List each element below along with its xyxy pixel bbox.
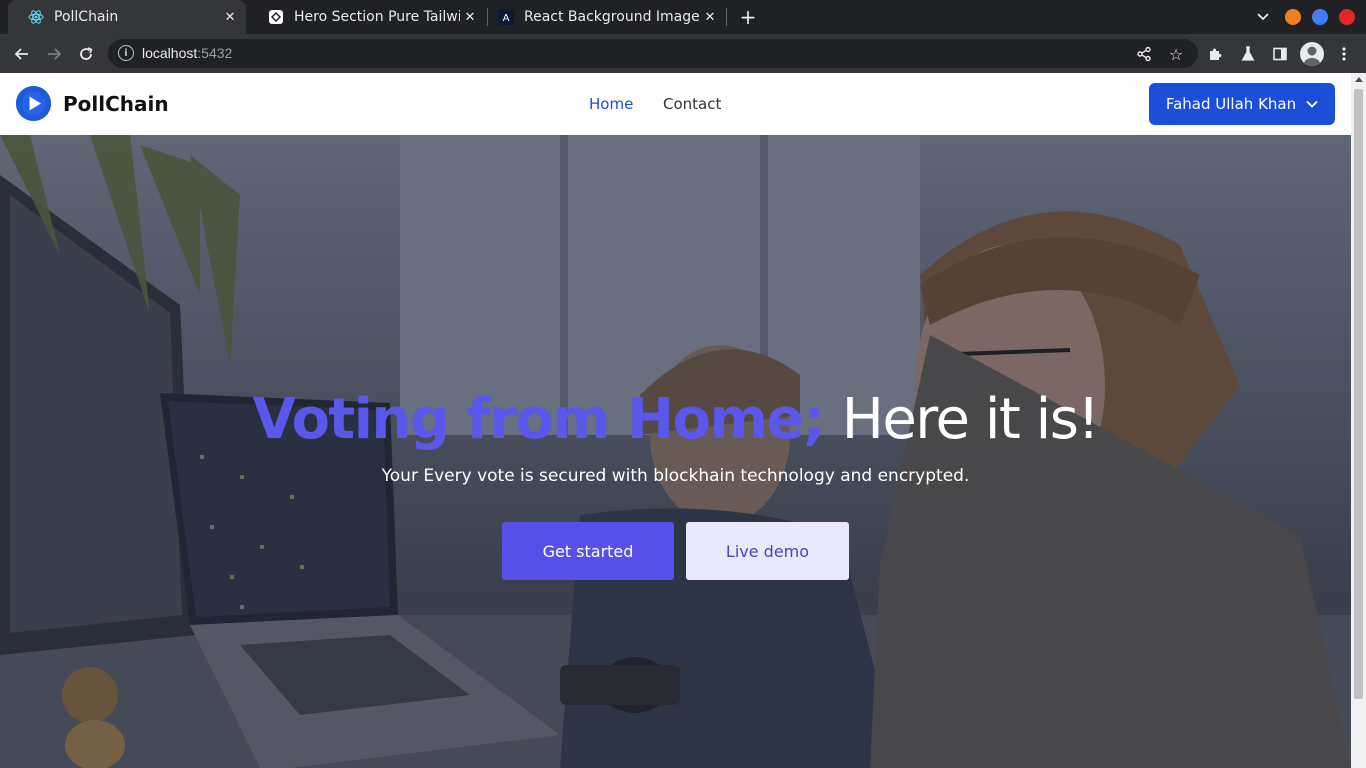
tailwind-ui-icon [268, 9, 284, 25]
tab-title: PollChain [54, 9, 119, 25]
hero-headline: Voting from Home; Here it is! [0, 387, 1351, 452]
svg-text:A: A [503, 13, 510, 24]
user-name-label: Fahad Ullah Khan [1165, 95, 1297, 113]
tab-pollchain[interactable]: PollChain ✕ [8, 0, 246, 34]
close-icon[interactable]: ✕ [460, 7, 480, 27]
tab-divider [726, 8, 727, 26]
extensions-puzzle-icon[interactable] [1203, 41, 1229, 67]
new-tab-plus-icon[interactable]: + [736, 5, 760, 29]
browser-menu-kebab-icon[interactable] [1331, 41, 1357, 67]
hero-subtitle: Your Every vote is secured with blockhai… [381, 466, 970, 486]
scroll-up-arrow-icon[interactable] [1355, 77, 1363, 82]
hero-section: Voting from Home; Here it is! Your Every… [0, 135, 1351, 768]
page-scrollbar[interactable] [1351, 73, 1366, 768]
site-info-icon[interactable]: i [118, 45, 134, 61]
get-started-button[interactable]: Get started [502, 522, 674, 580]
url-text: localhost:5432 [142, 45, 233, 61]
share-icon[interactable] [1131, 41, 1157, 67]
side-panel-icon[interactable] [1267, 41, 1293, 67]
tab-react-bg-image[interactable]: A React Background Image ✕ [488, 0, 726, 34]
angular-icon: A [498, 9, 514, 25]
minimize-button[interactable] [1285, 9, 1301, 25]
back-arrow-icon[interactable] [9, 41, 35, 67]
profile-avatar-icon[interactable] [1300, 42, 1324, 66]
tab-search-chevron-icon[interactable] [1253, 7, 1273, 27]
site-navbar: PollChain Home Contact Fahad Ullah Khan [0, 73, 1351, 135]
close-window-button[interactable] [1339, 9, 1355, 25]
close-icon[interactable]: ✕ [700, 7, 720, 27]
close-icon[interactable]: ✕ [220, 7, 240, 27]
live-demo-button[interactable]: Live demo [686, 522, 849, 580]
reload-icon[interactable] [73, 41, 99, 67]
headline-rest: Here it is! [841, 387, 1100, 452]
brand-name[interactable]: PollChain [63, 92, 169, 116]
headline-accent: Voting from Home; [252, 387, 826, 452]
address-bar[interactable]: i localhost:5432 [108, 39, 1198, 68]
user-menu-button[interactable]: Fahad Ullah Khan [1149, 83, 1335, 125]
forward-arrow-icon[interactable] [41, 41, 67, 67]
browser-tab-strip: PollChain ✕ Hero Section Pure Tailwin ✕ … [0, 0, 1366, 34]
page-viewport: PollChain Home Contact Fahad Ullah Khan [0, 73, 1351, 768]
react-icon [28, 9, 44, 25]
scrollbar-thumb[interactable] [1354, 89, 1363, 699]
pollchain-logo-play-icon[interactable] [16, 86, 51, 121]
nav-link-contact[interactable]: Contact [663, 95, 721, 113]
nav-link-home[interactable]: Home [589, 95, 633, 113]
labs-flask-icon[interactable] [1235, 41, 1261, 67]
maximize-button[interactable] [1312, 9, 1328, 25]
chevron-down-icon [1306, 100, 1318, 108]
bookmark-star-icon[interactable]: ☆ [1163, 41, 1189, 67]
browser-toolbar: i localhost:5432 ☆ [0, 34, 1366, 73]
tab-hero-section[interactable]: Hero Section Pure Tailwin ✕ [248, 0, 486, 34]
tab-title: React Background Image [524, 9, 700, 25]
tab-title: Hero Section Pure Tailwin [294, 9, 460, 25]
